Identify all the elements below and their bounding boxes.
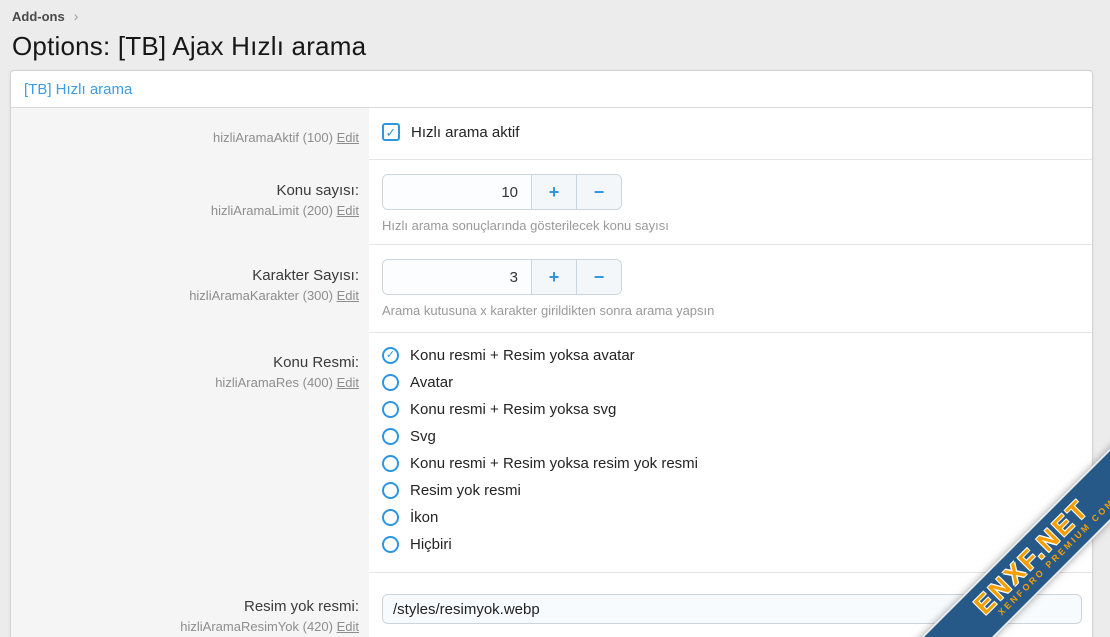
increment-button[interactable]: + bbox=[531, 260, 576, 294]
topic-count-stepper: + − bbox=[382, 174, 622, 210]
radio-option-avatar[interactable]: ✓ Avatar bbox=[382, 373, 1092, 392]
radio-label: Konu resmi + Resim yoksa resim yok resmi bbox=[410, 455, 698, 472]
page-title: Options: [TB] Ajax Hızlı arama bbox=[12, 30, 1110, 63]
option-meta: hizliAramaKarakter (300) Edit bbox=[11, 287, 359, 304]
quick-search-active-checkbox[interactable]: ✓ Hızlı arama aktif bbox=[382, 123, 1092, 141]
option-label-cell: hizliAramaAktif (100) Edit bbox=[11, 108, 369, 160]
chevron-right-icon: › bbox=[74, 8, 79, 24]
checkbox-label: Hızlı arama aktif bbox=[411, 124, 519, 141]
edit-link[interactable]: Edit bbox=[337, 130, 359, 145]
option-row-hizliAramaLimit: Konu sayısı: hizliAramaLimit (200) Edit … bbox=[11, 160, 1092, 245]
noimage-path-input[interactable] bbox=[382, 594, 1082, 624]
option-label-cell: Konu Resmi: hizliAramaRes (400) Edit bbox=[11, 333, 369, 573]
edit-link[interactable]: Edit bbox=[337, 375, 359, 390]
radio-icon: ✓ bbox=[382, 509, 399, 526]
option-control-cell: + − Arama kutusuna x karakter girildikte… bbox=[369, 245, 1092, 333]
radio-option-topic-image-svg[interactable]: ✓ Konu resmi + Resim yoksa svg bbox=[382, 400, 1092, 419]
option-meta: hizliAramaRes (400) Edit bbox=[11, 374, 359, 391]
decrement-button[interactable]: − bbox=[576, 260, 621, 294]
radio-option-svg[interactable]: ✓ Svg bbox=[382, 427, 1092, 446]
option-meta: hizliAramaResimYok (420) Edit bbox=[11, 618, 359, 635]
option-label-cell: Karakter Sayısı: hizliAramaKarakter (300… bbox=[11, 245, 369, 333]
option-row-hizliAramaRes: Konu Resmi: hizliAramaRes (400) Edit ✓ K… bbox=[11, 333, 1092, 573]
radio-icon: ✓ bbox=[382, 455, 399, 472]
radio-icon: ✓ bbox=[382, 374, 399, 391]
char-count-input[interactable] bbox=[383, 260, 531, 294]
option-control-cell: ✓ Hızlı arama aktif bbox=[369, 108, 1092, 160]
option-control-cell: + − Hızlı arama sonuçlarında gösterilece… bbox=[369, 160, 1092, 245]
edit-link[interactable]: Edit bbox=[337, 203, 359, 218]
option-title: Konu Resmi: bbox=[11, 353, 359, 372]
option-control-cell: ✓ Konu resmi + Resim yoksa avatar ✓ Avat… bbox=[369, 333, 1092, 573]
radio-option-icon[interactable]: ✓ İkon bbox=[382, 508, 1092, 527]
option-id: hizliAramaKarakter (300) bbox=[189, 288, 333, 303]
radio-label: İkon bbox=[410, 509, 438, 526]
options-form: hizliAramaAktif (100) Edit ✓ Hızlı arama… bbox=[11, 108, 1092, 637]
check-icon: ✓ bbox=[386, 126, 397, 139]
option-control-cell bbox=[369, 573, 1092, 637]
option-label-cell: Resim yok resmi: hizliAramaResimYok (420… bbox=[11, 573, 369, 637]
option-label-cell: Konu sayısı: hizliAramaLimit (200) Edit bbox=[11, 160, 369, 245]
option-row-hizliAramaResimYok: Resim yok resmi: hizliAramaResimYok (420… bbox=[11, 573, 1092, 637]
breadcrumb: Add-ons › bbox=[0, 0, 1110, 25]
option-row-hizliAramaAktif: hizliAramaAktif (100) Edit ✓ Hızlı arama… bbox=[11, 108, 1092, 160]
topic-count-input[interactable] bbox=[383, 175, 531, 209]
radio-label: Avatar bbox=[410, 374, 453, 391]
option-title: Karakter Sayısı: bbox=[11, 266, 359, 285]
radio-option-none[interactable]: ✓ Hiçbiri bbox=[382, 535, 1092, 554]
radio-label: Konu resmi + Resim yoksa svg bbox=[410, 401, 616, 418]
option-meta: hizliAramaLimit (200) Edit bbox=[11, 202, 359, 219]
checkbox-icon: ✓ bbox=[382, 123, 400, 141]
radio-label: Konu resmi + Resim yoksa avatar bbox=[410, 347, 635, 364]
radio-label: Resim yok resmi bbox=[410, 482, 521, 499]
option-row-hizliAramaKarakter: Karakter Sayısı: hizliAramaKarakter (300… bbox=[11, 245, 1092, 333]
option-group-header[interactable]: [TB] Hızlı arama bbox=[11, 71, 1092, 108]
radio-label: Hiçbiri bbox=[410, 536, 452, 553]
option-title: Resim yok resmi: bbox=[11, 597, 359, 616]
radio-icon: ✓ bbox=[382, 428, 399, 445]
option-hint: Hızlı arama sonuçlarında gösterilecek ko… bbox=[382, 218, 1092, 233]
option-id: hizliAramaRes (400) bbox=[215, 375, 333, 390]
option-id: hizliAramaAktif (100) bbox=[213, 130, 333, 145]
option-meta: hizliAramaAktif (100) Edit bbox=[11, 129, 359, 146]
options-panel: [TB] Hızlı arama hizliAramaAktif (100) E… bbox=[10, 70, 1093, 637]
edit-link[interactable]: Edit bbox=[337, 619, 359, 634]
radio-option-topic-image-noimage[interactable]: ✓ Konu resmi + Resim yoksa resim yok res… bbox=[382, 454, 1092, 473]
radio-label: Svg bbox=[410, 428, 436, 445]
radio-option-topic-image-avatar[interactable]: ✓ Konu resmi + Resim yoksa avatar bbox=[382, 346, 1092, 365]
option-id: hizliAramaLimit (200) bbox=[211, 203, 333, 218]
radio-option-noimage[interactable]: ✓ Resim yok resmi bbox=[382, 481, 1092, 500]
radio-checked-icon: ✓ bbox=[382, 347, 399, 364]
option-hint: Arama kutusuna x karakter girildikten so… bbox=[382, 303, 1092, 318]
char-count-stepper: + − bbox=[382, 259, 622, 295]
radio-icon: ✓ bbox=[382, 482, 399, 499]
decrement-button[interactable]: − bbox=[576, 175, 621, 209]
edit-link[interactable]: Edit bbox=[337, 288, 359, 303]
option-title: Konu sayısı: bbox=[11, 181, 359, 200]
radio-icon: ✓ bbox=[382, 536, 399, 553]
increment-button[interactable]: + bbox=[531, 175, 576, 209]
option-id: hizliAramaResimYok (420) bbox=[180, 619, 333, 634]
breadcrumb-addons-link[interactable]: Add-ons bbox=[12, 9, 65, 24]
radio-icon: ✓ bbox=[382, 401, 399, 418]
